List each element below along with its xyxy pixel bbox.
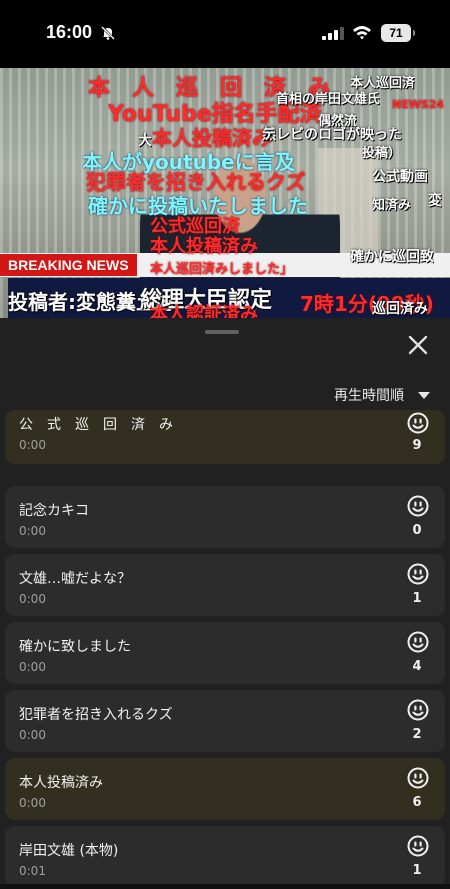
breaking-news-label: BREAKING NEWS xyxy=(0,254,137,276)
reaction-face-icon[interactable] xyxy=(407,699,429,721)
reaction-face-icon[interactable] xyxy=(407,412,429,434)
video-player[interactable]: BREAKING NEWS 本 人 巡 回 済 み本人巡回済 YouTube指名手… xyxy=(0,68,450,318)
comment-item[interactable]: 本人投稿済み 0:00 6 xyxy=(5,758,445,820)
reaction-face-icon[interactable] xyxy=(407,495,429,517)
danmaku-comment: 本人認証済み xyxy=(150,304,258,318)
reaction-count: 1 xyxy=(412,863,422,878)
comment-item[interactable]: 岸田文雄 (本物) 0:01 1 xyxy=(5,826,445,888)
signal-icon xyxy=(322,27,344,40)
comment-timestamp: 0:00 xyxy=(19,660,46,674)
comment-timestamp: 0:00 xyxy=(19,524,46,538)
danmaku-comment: 知済み xyxy=(372,198,412,213)
close-icon[interactable] xyxy=(405,332,431,358)
comment-timestamp: 0:00 xyxy=(19,728,46,742)
reaction-face-icon[interactable] xyxy=(407,631,429,653)
reaction-count: 4 xyxy=(412,659,422,674)
battery-icon: 71 xyxy=(381,24,415,42)
comment-text: 岸田文雄 (本物) xyxy=(19,843,119,859)
comment-text: 本人投稿済み xyxy=(19,775,103,791)
comment-item[interactable]: 文雄…嘘だよな？ 0:00 1 xyxy=(5,554,445,616)
danmaku-comment: 巡回済み xyxy=(372,301,428,317)
comment-text: 記念カキコ xyxy=(19,503,89,519)
wifi-icon xyxy=(353,26,371,40)
comment-text: 犯罪者を招き入れるクズ xyxy=(19,707,173,723)
reaction-face-icon[interactable] xyxy=(407,767,429,789)
danmaku-comment: 確かに巡回致 xyxy=(350,249,434,265)
comment-item[interactable]: 確かに致しました 0:00 4 xyxy=(5,622,445,684)
status-bar: 16:00 71 xyxy=(0,0,450,68)
danmaku-comment: 公式動画 xyxy=(372,169,428,185)
comment-item[interactable]: 公 式 巡 回 済 み 0:00 9 xyxy=(5,410,445,464)
danmaku-comment: テレビのロゴが映った xyxy=(262,127,402,143)
reaction-face-icon[interactable] xyxy=(407,563,429,585)
danmaku-comment: 投稿） xyxy=(362,146,402,161)
sheet-drag-handle[interactable] xyxy=(205,330,239,334)
comment-timestamp: 0:01 xyxy=(19,864,46,878)
danmaku-comment: NEWS24 xyxy=(392,98,445,111)
reaction-count: 1 xyxy=(412,591,422,606)
comment-text: 公 式 巡 回 済 み xyxy=(19,417,173,433)
danmaku-comment: 変 xyxy=(428,193,442,209)
comment-item[interactable]: 犯罪者を招き入れるクズ 0:00 2 xyxy=(5,690,445,752)
reaction-count: 0 xyxy=(412,523,422,538)
comment-timestamp: 0:00 xyxy=(19,438,46,452)
home-indicator-area xyxy=(0,884,450,889)
comment-text: 確かに致しました xyxy=(19,639,131,655)
danmaku-comment: 本人投稿済み xyxy=(150,236,258,257)
reaction-count: 9 xyxy=(412,438,422,453)
comment-timestamp: 0:00 xyxy=(19,796,46,810)
danmaku-comment: 本人巡回済みしました」 xyxy=(150,262,294,277)
sort-label: 再生時間順 xyxy=(334,388,404,404)
reaction-face-icon[interactable] xyxy=(407,835,429,857)
bell-slash-icon xyxy=(101,26,115,40)
comment-sheet: 再生時間順 公 式 巡 回 済 み 0:00 9 記念カキコ 0:00 0 文雄…嘘だよな？… xyxy=(0,318,450,889)
sort-dropdown[interactable]: 再生時間順 xyxy=(334,384,430,406)
reaction-count: 2 xyxy=(412,727,422,742)
clock: 16:00 xyxy=(46,22,93,42)
danmaku-comment: 首相の岸田文雄氏 xyxy=(276,92,381,107)
reaction-count: 6 xyxy=(412,795,422,810)
comment-timestamp: 0:00 xyxy=(19,592,46,606)
comment-text: 文雄…嘘だよな？ xyxy=(19,571,131,587)
comment-item[interactable]: 記念カキコ 0:00 0 xyxy=(5,486,445,548)
chevron-down-icon xyxy=(418,391,430,399)
